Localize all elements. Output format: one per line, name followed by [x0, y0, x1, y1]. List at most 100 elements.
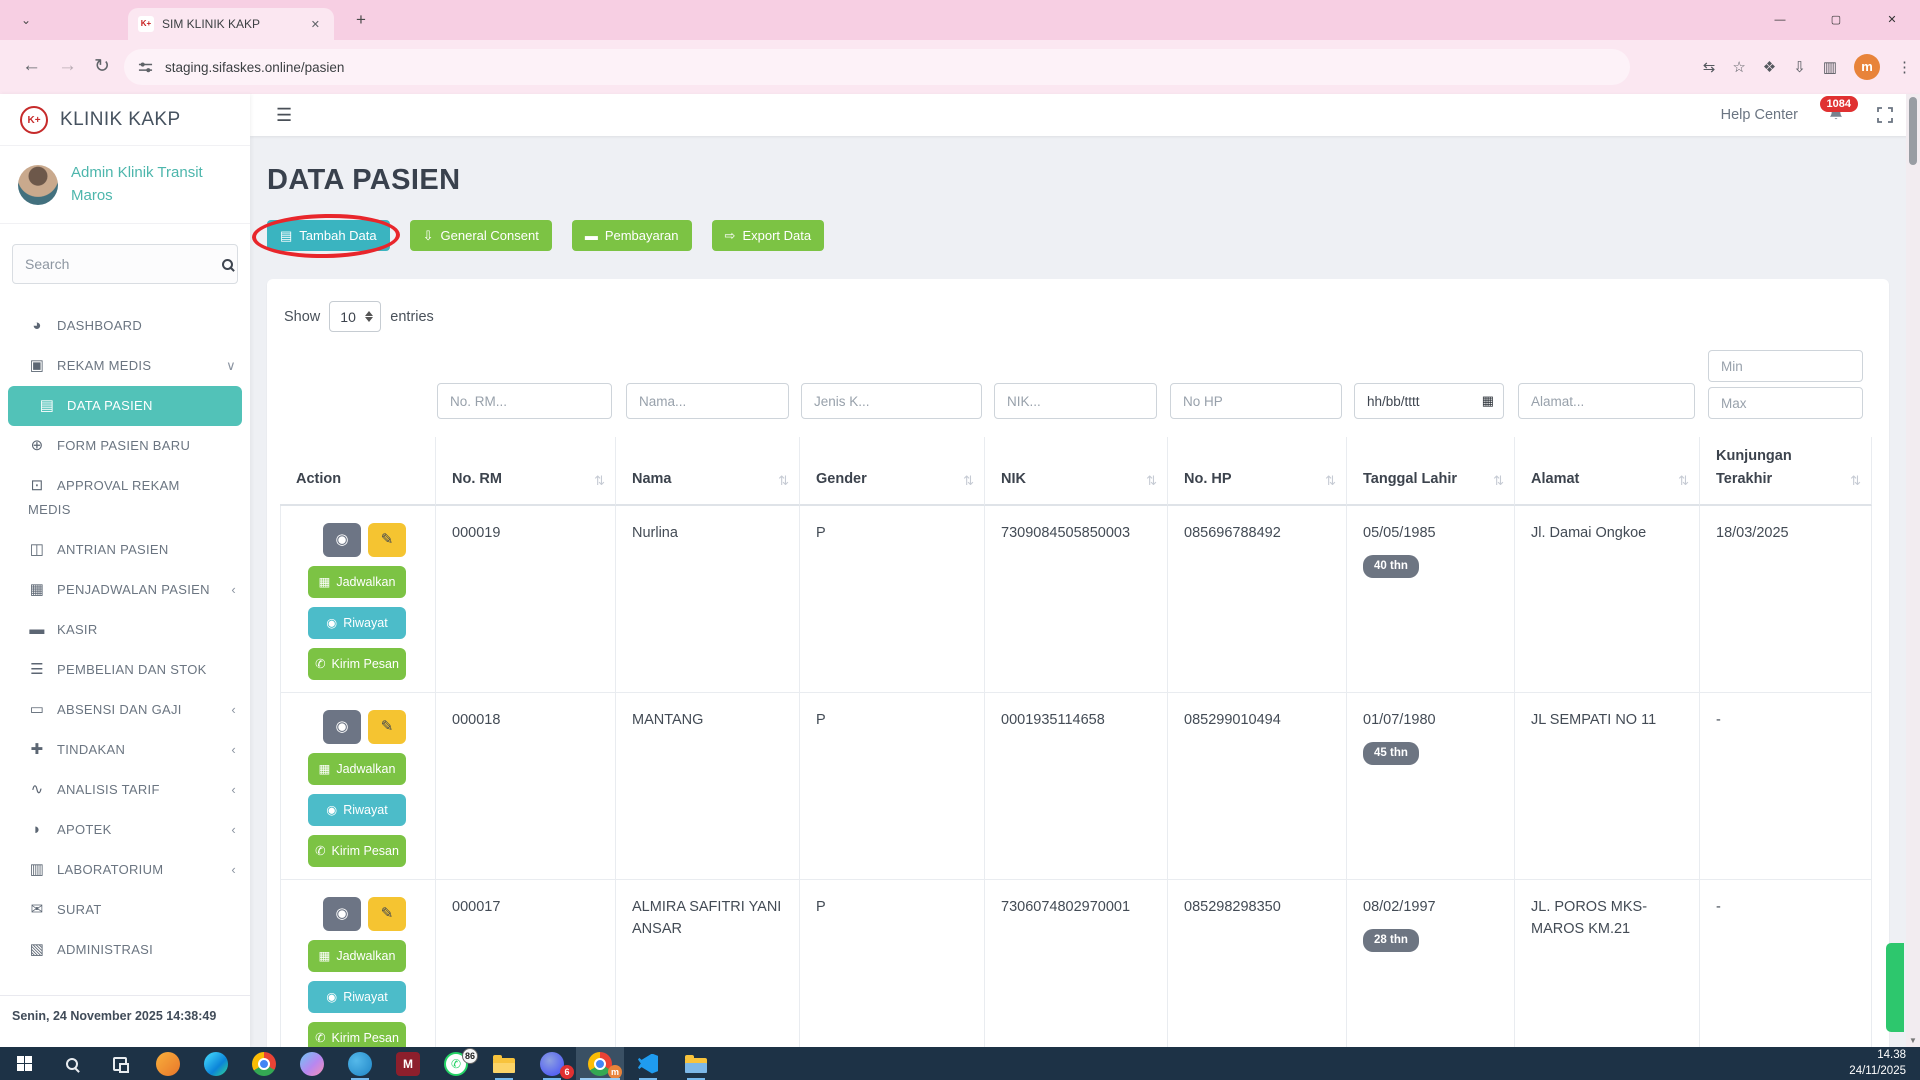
tab-search-chevron-icon[interactable]: ⌄ — [12, 8, 40, 32]
taskbar-app-edge[interactable] — [192, 1047, 240, 1080]
column-header[interactable]: No. RM ⇅ — [436, 437, 616, 506]
taskbar-app-chrome[interactable] — [240, 1047, 288, 1080]
taskbar-app-mendeley[interactable]: M — [384, 1047, 432, 1080]
filter-nama-input[interactable] — [626, 383, 789, 419]
sidebar-item[interactable]: ◫ANTRIAN PASIEN — [0, 530, 250, 570]
column-header[interactable]: No. HP ⇅ — [1168, 437, 1347, 506]
site-settings-tune-icon[interactable] — [138, 60, 153, 75]
sidebar-item[interactable]: ⊡APPROVAL REKAM MEDIS — [0, 466, 250, 530]
sidebar-item[interactable]: ☰PEMBELIAN DAN STOK — [0, 650, 250, 690]
column-header[interactable]: NIK ⇅ — [985, 437, 1168, 506]
sort-icon[interactable]: ⇅ — [1487, 471, 1504, 492]
column-header[interactable]: Action ⇅ — [280, 437, 436, 506]
page-scrollbar[interactable]: ▼ — [1906, 94, 1920, 1047]
side-panel-icon[interactable]: ▥ — [1823, 58, 1837, 76]
bookmark-star-icon[interactable]: ☆ — [1732, 58, 1745, 76]
sort-icon[interactable]: ⇅ — [1140, 471, 1157, 492]
search-input[interactable] — [13, 256, 218, 272]
taskbar-app-elephant[interactable] — [336, 1047, 384, 1080]
riwayat-button[interactable]: ◉Riwayat — [308, 794, 406, 826]
kirim-pesan-button[interactable]: ✆Kirim Pesan — [308, 835, 406, 867]
sidebar-item[interactable]: ▤DATA PASIEN — [8, 386, 242, 426]
minimize-button[interactable]: — — [1752, 0, 1808, 40]
taskbar-app-fox[interactable] — [144, 1047, 192, 1080]
new-tab-button[interactable]: + — [348, 10, 374, 30]
filter-nik-input[interactable] — [994, 383, 1157, 419]
jadwalkan-button[interactable]: ▦Jadwalkan — [308, 566, 406, 598]
column-header[interactable]: Gender ⇅ — [800, 437, 985, 506]
sidebar-item[interactable]: ▧ADMINISTRASI — [0, 930, 250, 970]
user-profile[interactable]: Admin Klinik Transit Maros — [0, 146, 250, 224]
maximize-button[interactable]: ▢ — [1808, 0, 1864, 40]
view-button[interactable]: ◉ — [323, 523, 361, 557]
taskbar-app-vscode[interactable] — [624, 1047, 672, 1080]
filter-jenis-kelamin-input[interactable] — [801, 383, 982, 419]
taskbar-app-files[interactable] — [672, 1047, 720, 1080]
column-header[interactable]: Kunjungan Terakhir ⇅ — [1700, 437, 1872, 506]
browser-profile-avatar[interactable]: m — [1854, 54, 1880, 80]
entries-select[interactable]: 10 — [329, 301, 381, 332]
filter-alamat-input[interactable] — [1518, 383, 1695, 419]
sidebar-item[interactable]: ◕DASHBOARD — [0, 306, 250, 346]
general-consent-button[interactable]: ⇩ General Consent — [410, 220, 552, 251]
sidebar-item[interactable]: ⊕FORM PASIEN BARU — [0, 426, 250, 466]
sort-icon[interactable]: ⇅ — [1672, 471, 1689, 492]
sidebar-item[interactable]: ◗APOTEK ‹ — [0, 810, 250, 850]
scrollbar-down-arrow-icon[interactable]: ▼ — [1906, 1036, 1920, 1045]
back-icon[interactable]: ← — [22, 55, 41, 77]
floating-widget-tab[interactable] — [1886, 943, 1904, 1032]
filter-min-input[interactable] — [1708, 350, 1863, 382]
filter-max-input[interactable] — [1708, 387, 1863, 419]
sidebar-item[interactable]: ∿ANALISIS TARIF ‹ — [0, 770, 250, 810]
downloads-icon[interactable]: ⇩ — [1793, 58, 1806, 76]
sidebar-item[interactable]: ▭ABSENSI DAN GAJI ‹ — [0, 690, 250, 730]
translate-icon[interactable]: ⇆ — [1703, 58, 1716, 76]
pembayaran-button[interactable]: ▬ Pembayaran — [572, 220, 692, 251]
start-button[interactable] — [0, 1047, 48, 1080]
taskbar-search-button[interactable] — [48, 1047, 96, 1080]
edit-button[interactable]: ✎ — [368, 897, 406, 931]
edit-button[interactable]: ✎ — [368, 710, 406, 744]
taskbar-app-chrome-active[interactable]: m — [576, 1047, 624, 1080]
edit-button[interactable]: ✎ — [368, 523, 406, 557]
help-center-link[interactable]: Help Center — [1721, 107, 1798, 123]
address-bar[interactable]: staging.sifaskes.online/pasien — [124, 49, 1630, 85]
sidebar-item[interactable]: ▥LABORATORIUM ‹ — [0, 850, 250, 890]
taskbar-app-whatsapp[interactable]: ✆ 86 — [432, 1047, 480, 1080]
sidebar-item[interactable]: ▦PENJADWALAN PASIEN ‹ — [0, 570, 250, 610]
view-button[interactable]: ◉ — [323, 710, 361, 744]
sidebar-item[interactable]: ▬KASIR — [0, 610, 250, 650]
sort-icon[interactable]: ⇅ — [772, 471, 789, 492]
sidebar-item[interactable]: ✉SURAT — [0, 890, 250, 930]
sort-icon[interactable]: ⇅ — [1844, 471, 1861, 492]
riwayat-button[interactable]: ◉Riwayat — [308, 607, 406, 639]
calendar-icon[interactable]: ▦ — [1482, 393, 1494, 409]
filter-no-hp-input[interactable] — [1170, 383, 1342, 419]
tambah-data-button[interactable]: ▤ Tambah Data — [267, 220, 390, 251]
task-view-button[interactable] — [96, 1047, 144, 1080]
jadwalkan-button[interactable]: ▦Jadwalkan — [308, 753, 406, 785]
fullscreen-icon[interactable] — [1876, 106, 1894, 124]
sort-icon[interactable]: ⇅ — [588, 471, 605, 492]
forward-icon[interactable]: → — [58, 55, 77, 77]
view-button[interactable]: ◉ — [323, 897, 361, 931]
kebab-menu-icon[interactable]: ⋮ — [1897, 58, 1912, 76]
extensions-puzzle-icon[interactable]: ❖ — [1763, 58, 1776, 76]
sidebar-item[interactable]: ▣REKAM MEDIS ∨ — [0, 346, 250, 386]
browser-tab[interactable]: K+ SIM KLINIK KAKP ✕ — [128, 8, 334, 40]
tab-close-icon[interactable]: ✕ — [307, 16, 324, 33]
hamburger-menu-icon[interactable]: ☰ — [276, 105, 292, 126]
export-data-button[interactable]: ⇨ Export Data — [712, 220, 825, 251]
sidebar-item[interactable]: ✚TINDAKAN ‹ — [0, 730, 250, 770]
filter-no-rm-input[interactable] — [437, 383, 612, 419]
taskbar-app-copilot[interactable] — [288, 1047, 336, 1080]
reload-icon[interactable]: ↻ — [94, 55, 110, 78]
taskbar-clock[interactable]: 14.38 24/11/2025 — [1849, 1048, 1920, 1079]
close-button[interactable]: ✕ — [1864, 0, 1920, 40]
column-header[interactable]: Tanggal Lahir ⇅ — [1347, 437, 1515, 506]
column-header[interactable]: Nama ⇅ — [616, 437, 800, 506]
scrollbar-thumb[interactable] — [1909, 97, 1917, 165]
column-header[interactable]: Alamat ⇅ — [1515, 437, 1700, 506]
jadwalkan-button[interactable]: ▦Jadwalkan — [308, 940, 406, 972]
search-button[interactable] — [218, 245, 237, 283]
